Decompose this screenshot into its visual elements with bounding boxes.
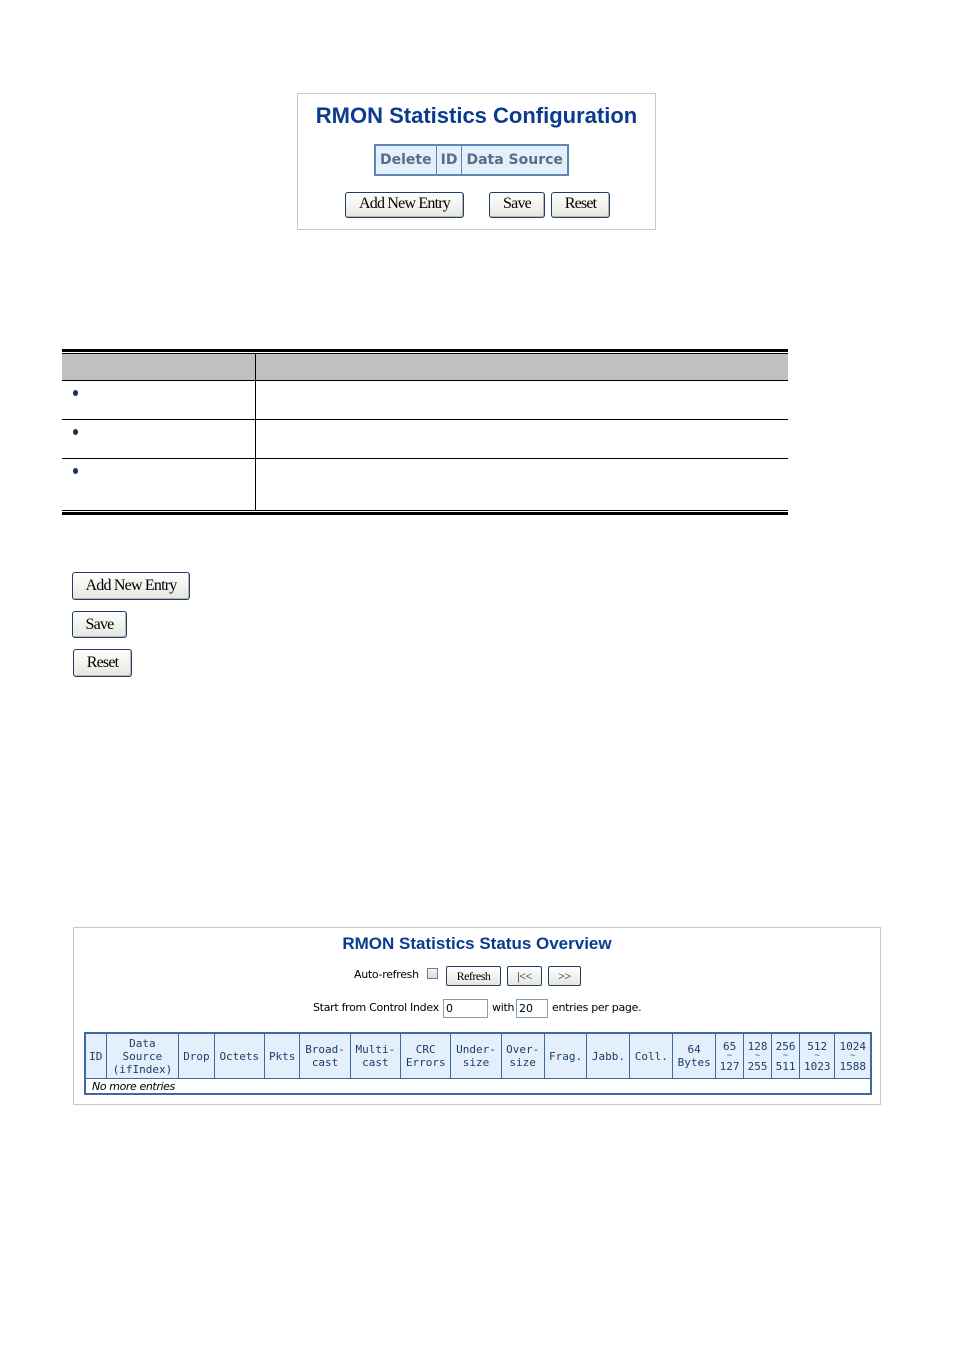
legend-save-button[interactable]: Save (72, 611, 127, 638)
add-new-entry-button[interactable]: Add New Entry (345, 192, 464, 218)
with-label: with (492, 1001, 515, 1014)
stats-column-header: Jabb. (586, 1032, 631, 1079)
stats-column-header: 256 ~511 (771, 1032, 800, 1079)
stats-header-row: ID Data Source (ifIndex) Drop Octets Pkts Broad… (84, 1032, 872, 1079)
column-label-line3: 1023 (803, 1059, 831, 1073)
stats-column-header: Data Source (ifIndex) (105, 1032, 180, 1079)
legend-add-new-entry-button[interactable]: Add New Entry (72, 572, 190, 600)
stats-column-header: Multi-cast (349, 1032, 402, 1079)
header-object (62, 354, 256, 381)
column-label-line1: ID (89, 1049, 103, 1063)
start-index-input[interactable]: 0 (443, 999, 488, 1018)
column-label-line3: 255 (747, 1059, 768, 1073)
column-label-tilde: ~ (726, 1050, 733, 1061)
column-label-line1: Drop (183, 1049, 210, 1063)
start-from-label: Start from Control Index (313, 1001, 439, 1014)
column-label-line1: Broad- (305, 1043, 345, 1056)
column-label-line1: Coll. (634, 1049, 668, 1063)
stats-column-header: Octets (213, 1032, 265, 1079)
column-label-tilde: ~ (782, 1050, 789, 1061)
stats-column-header: Over-size (500, 1032, 545, 1079)
first-page-button[interactable]: |<< (507, 966, 542, 986)
auto-refresh-label: Auto-refresh (354, 968, 419, 981)
no-entries-message: No more entries (92, 1079, 175, 1093)
column-label-line1: Multi- (355, 1043, 396, 1056)
save-button[interactable]: Save (489, 192, 545, 218)
stats-column-header: Drop (178, 1032, 215, 1079)
description-row (62, 380, 788, 420)
table-bottom-rule (62, 511, 788, 515)
description-row (62, 419, 788, 459)
description-table (62, 349, 788, 515)
refresh-button[interactable]: Refresh (446, 966, 501, 986)
stats-column-header: CRC Errors (400, 1032, 452, 1079)
column-label-line2: Bytes (677, 1056, 711, 1069)
stats-column-header: Frag. (543, 1032, 588, 1079)
stats-column-header: Pkts (263, 1032, 301, 1079)
column-label-line2: size (462, 1056, 490, 1069)
auto-refresh-checkbox[interactable] (427, 968, 438, 979)
config-table: Delete ID Data Source (374, 144, 569, 176)
column-label-tilde: ~ (754, 1050, 761, 1061)
column-label-tilde: ~ (850, 1050, 856, 1061)
column-label-line3: (ifIndex) (112, 1062, 173, 1076)
stats-column-header: Under-size (450, 1032, 502, 1079)
column-label-line2: size (509, 1056, 536, 1069)
stats-table: ID Data Source (ifIndex) Drop Octets Pkts Broad… (84, 1032, 872, 1095)
column-label-line3: 1588 (839, 1059, 866, 1073)
column-label-line1: Under- (456, 1043, 496, 1056)
stats-column-header: 512 ~1023 (798, 1032, 836, 1079)
column-label-line1: Data (129, 1036, 156, 1050)
entries-per-page-input[interactable]: 20 (516, 999, 548, 1018)
header-delete: Delete (374, 144, 437, 176)
header-data-source: Data Source (461, 144, 569, 176)
column-label-tilde: ~ (814, 1050, 820, 1061)
column-label-line3: 511 (775, 1059, 796, 1073)
bullet-icon (73, 468, 78, 474)
column-label-line2: cast (362, 1056, 389, 1069)
stats-column-header: Broad-cast (299, 1032, 351, 1079)
status-panel: RMON Statistics Status Overview Auto-ref… (73, 927, 881, 1105)
bullet-icon (73, 390, 78, 396)
stats-column-header: ID (84, 1032, 107, 1079)
column-label-line1: 64 (687, 1043, 701, 1056)
description-header-row (62, 354, 788, 381)
stats-column-header: 1024 ~1588 (834, 1032, 872, 1079)
entries-per-page-label: entries per page. (552, 1001, 642, 1014)
column-label-line1: Over- (506, 1043, 540, 1056)
column-label-line2: Source (122, 1049, 163, 1063)
column-label-line3: 127 (719, 1059, 740, 1073)
stats-column-header: 65 ~127 (715, 1032, 745, 1079)
legend-reset-button[interactable]: Reset (73, 649, 132, 677)
stats-column-header: Coll. (629, 1032, 674, 1079)
next-page-button[interactable]: >> (548, 966, 581, 986)
column-label-line1: Octets (219, 1049, 260, 1063)
column-label-line1: Frag. (548, 1049, 583, 1063)
column-label-line1: CRC (415, 1043, 436, 1056)
header-description (255, 354, 788, 381)
description-row (62, 458, 788, 510)
config-panel: RMON Statistics Configuration Delete ID … (297, 93, 656, 230)
column-label-line2: Errors (405, 1056, 446, 1069)
column-label-line2: cast (311, 1056, 339, 1069)
reset-button[interactable]: Reset (551, 192, 610, 218)
status-title: RMON Statistics Status Overview (342, 934, 612, 953)
column-label-line1: Pkts (268, 1049, 296, 1063)
stats-column-header: 64 Bytes (672, 1032, 717, 1079)
bullet-icon (73, 429, 78, 435)
header-id: ID (435, 144, 463, 176)
column-label-line1: Jabb. (591, 1049, 625, 1063)
config-title: RMON Statistics Configuration (315, 103, 638, 128)
stats-column-header: 128 ~255 (743, 1032, 773, 1079)
